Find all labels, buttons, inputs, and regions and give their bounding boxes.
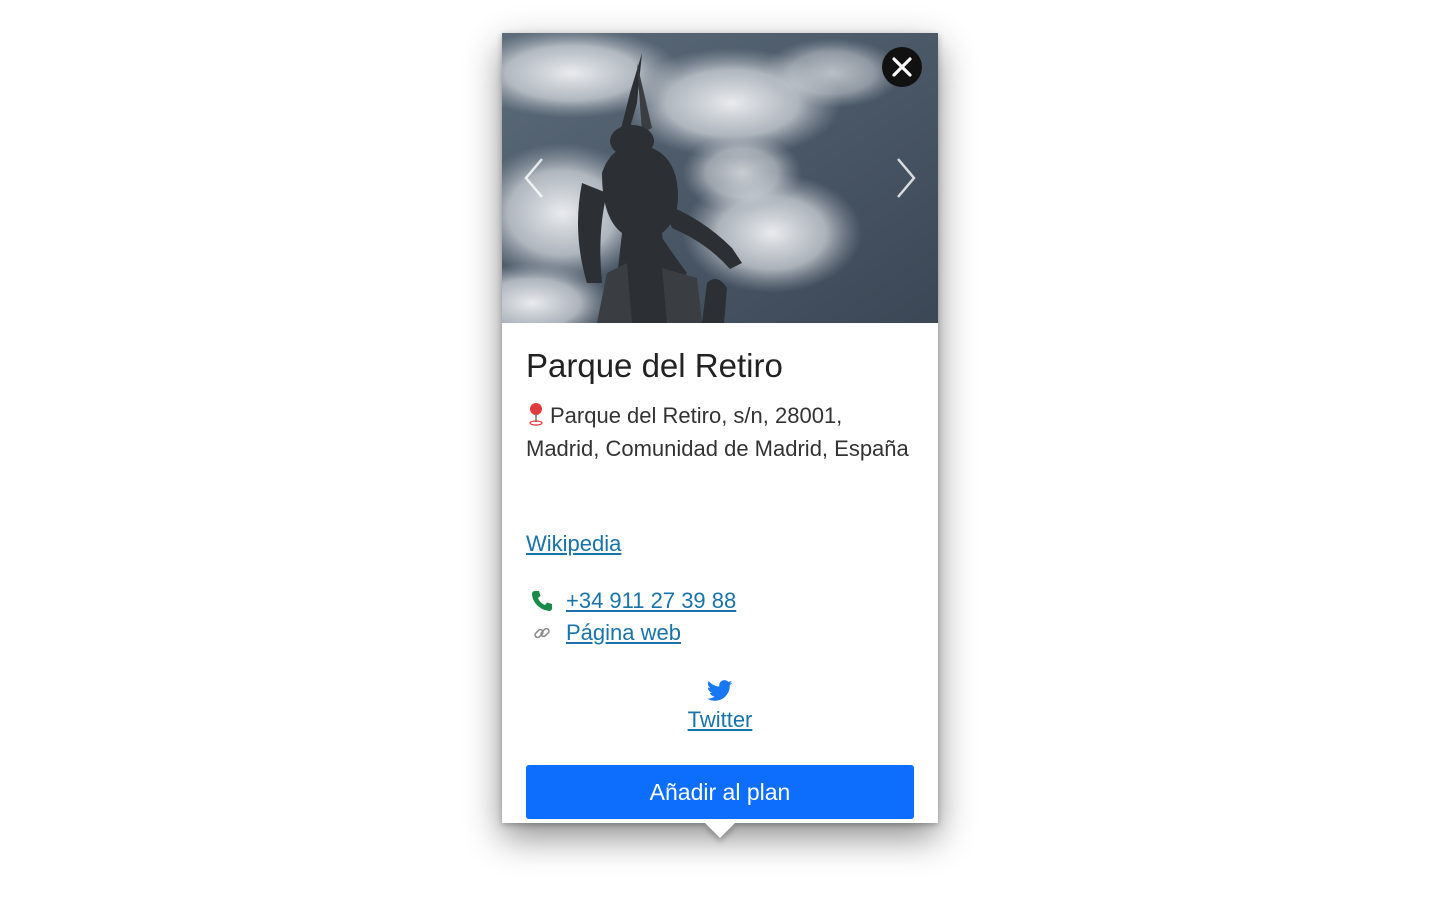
place-address: Parque del Retiro, s/n, 28001, Madrid, C… — [526, 399, 914, 465]
phone-row: +34 911 27 39 88 — [526, 586, 736, 616]
page: Parque del Retiro Parque del Retiro, s/n… — [0, 0, 1440, 900]
wikipedia-link[interactable]: Wikipedia — [526, 531, 621, 557]
twitter-link[interactable]: Twitter — [688, 707, 753, 733]
map-pin-icon — [529, 403, 543, 426]
phone-icon — [526, 589, 558, 613]
add-to-plan-button[interactable]: Añadir al plan — [526, 765, 914, 819]
close-icon — [892, 57, 912, 77]
website-row: Página web — [526, 618, 681, 648]
social-links: Twitter — [526, 679, 914, 733]
carousel-next-button[interactable] — [890, 155, 920, 201]
chevron-right-icon — [897, 158, 916, 198]
place-title: Parque del Retiro — [526, 347, 783, 384]
place-popup-card: Parque del Retiro Parque del Retiro, s/n… — [502, 33, 938, 823]
chevron-left-icon — [524, 158, 543, 198]
photo-image — [502, 33, 938, 323]
place-photo — [502, 33, 938, 323]
website-link[interactable]: Página web — [566, 620, 681, 646]
carousel-prev-button[interactable] — [520, 155, 550, 201]
twitter-icon[interactable] — [707, 679, 733, 703]
link-icon — [526, 624, 558, 642]
popup-pointer — [705, 823, 735, 838]
close-button[interactable] — [882, 47, 922, 87]
phone-link[interactable]: +34 911 27 39 88 — [566, 588, 736, 614]
address-text: Parque del Retiro, s/n, 28001, Madrid, C… — [526, 403, 909, 461]
